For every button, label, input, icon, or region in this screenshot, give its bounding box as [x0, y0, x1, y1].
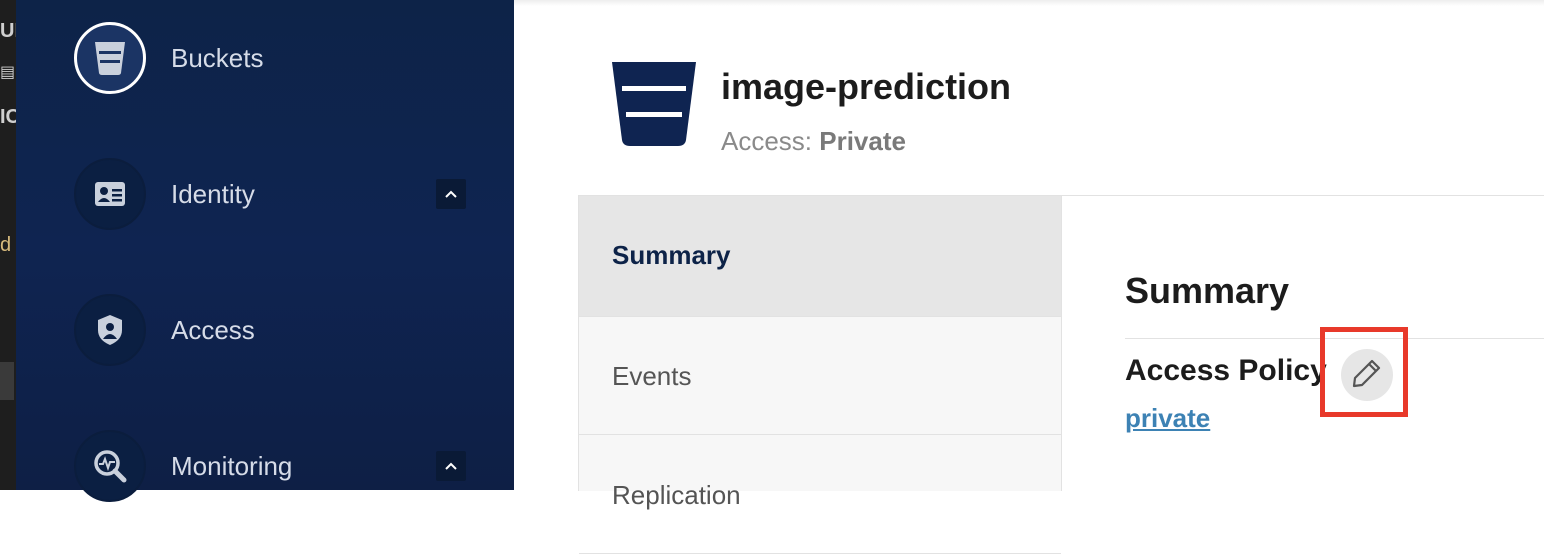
bucket-icon: [74, 22, 146, 94]
sidebar-item-access[interactable]: Access: [16, 290, 514, 370]
sidebar-item-identity[interactable]: Identity: [16, 154, 514, 234]
tab-list: Summary Events Replication: [578, 196, 1062, 554]
main-content: image-prediction Access: Private Summary…: [514, 0, 1544, 554]
sidebar-item-buckets[interactable]: Buckets: [16, 18, 514, 98]
tab-label: Summary: [612, 240, 731, 270]
magnify-pulse-icon: [74, 430, 146, 502]
sidebar: Buckets Identity Access Monitoring: [16, 0, 514, 502]
sidebar-item-label: Monitoring: [171, 450, 293, 481]
tab-label: Events: [612, 361, 692, 391]
edge-text: ▤: [0, 64, 16, 81]
edge-text: d: [0, 234, 12, 256]
highlight-box: [1320, 327, 1408, 417]
tab-label: Replication: [612, 480, 741, 510]
sidebar-item-label: Identity: [171, 178, 255, 209]
access-label: Access:: [721, 126, 820, 156]
top-shadow: [514, 0, 1544, 6]
summary-section: Summary Access Policy private: [1125, 196, 1544, 491]
tab-replication[interactable]: Replication: [579, 436, 1061, 554]
lock-shield-icon: [74, 294, 146, 366]
tab-events[interactable]: Events: [579, 317, 1061, 435]
tab-summary[interactable]: Summary: [579, 196, 1061, 317]
access-value: Private: [819, 126, 906, 156]
sidebar-item-label: Buckets: [171, 42, 264, 73]
sidebar-item-label: Access: [171, 314, 255, 345]
sidebar-item-monitoring[interactable]: Monitoring: [16, 426, 514, 506]
chevron-up-icon[interactable]: [436, 451, 466, 481]
edge-text: IC: [0, 106, 16, 128]
edge-text: UI: [0, 20, 16, 42]
editor-edge: UI ▤ IC d: [0, 0, 16, 490]
bucket-icon: [610, 60, 698, 153]
id-card-icon: [74, 158, 146, 230]
bucket-title: image-prediction: [721, 66, 1012, 107]
bucket-access: Access: Private: [721, 126, 906, 157]
chevron-up-icon[interactable]: [436, 179, 466, 209]
edge-scroll-marker: [0, 362, 14, 400]
access-policy-link[interactable]: private: [1125, 403, 1210, 434]
section-title: Summary: [1125, 270, 1290, 311]
bucket-details-panel: Summary Events Replication Summary Acces…: [578, 195, 1544, 554]
access-policy-label: Access Policy: [1125, 354, 1327, 387]
